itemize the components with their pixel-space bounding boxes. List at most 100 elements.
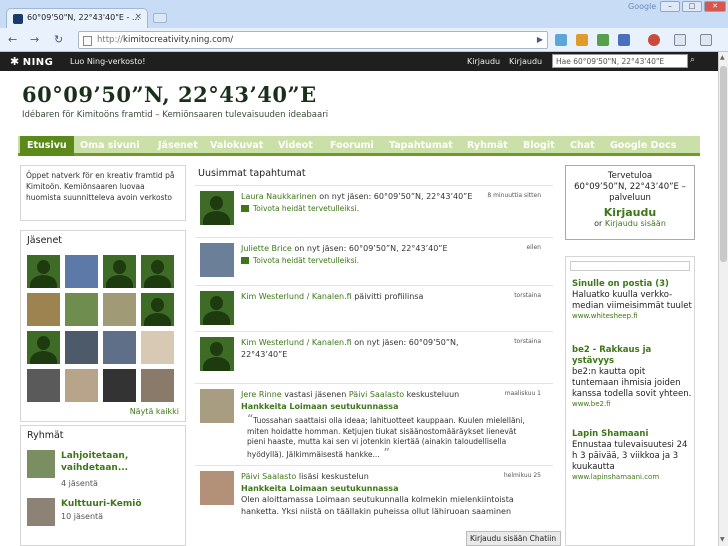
sponsored-title[interactable]: Lapin Shamaani	[572, 429, 692, 440]
member-avatar[interactable]	[103, 369, 136, 402]
member-avatar[interactable]	[27, 293, 60, 326]
member-avatar[interactable]	[65, 293, 98, 326]
maximize-button[interactable]: □	[682, 1, 702, 12]
sponsored-item[interactable]: be2 - Rakkaus ja ystävyys be2:n kautta o…	[572, 345, 692, 408]
nav-chat[interactable]: Chat	[570, 140, 595, 151]
ning-logo[interactable]: ✱ NING	[10, 55, 53, 68]
signin-link[interactable]: Kirjaudu sisään	[605, 219, 666, 228]
scroll-down-icon[interactable]: ▼	[720, 536, 725, 543]
extension-icon[interactable]	[576, 34, 588, 46]
site-title[interactable]: 60°09’50”N, 22°43’40”E	[22, 82, 328, 107]
search-input[interactable]: Hae 60°09'50"N, 22°43'40"E	[552, 54, 688, 68]
tab-close-icon[interactable]: ×	[134, 12, 142, 22]
sponsored-url[interactable]: www.lapinshamaani.com	[572, 473, 692, 481]
member-avatar[interactable]	[65, 255, 98, 288]
welcome-line: 60°09’50”N, 22°43’40”E –	[574, 182, 686, 192]
group-thumbnail[interactable]	[27, 498, 55, 526]
activity-time: torstaina	[514, 338, 541, 345]
member-avatar[interactable]	[200, 243, 234, 277]
sponsored-links-box: Sinulle on postia (3) Haluatko kuulla ve…	[565, 256, 695, 546]
search-icon[interactable]: ⌕	[690, 55, 700, 67]
new-tab-button[interactable]	[153, 13, 167, 23]
member-avatar[interactable]	[200, 337, 234, 371]
nav-videot[interactable]: Videot	[278, 140, 313, 151]
browser-tab[interactable]: 60°09'50"N, 22°43'40"E - ... ×	[6, 8, 148, 28]
activity-text: Kim Westerlund / Kanalen.fi päivitti pro…	[241, 292, 424, 301]
member-avatar[interactable]	[141, 369, 174, 402]
forward-icon[interactable]: →	[30, 33, 39, 47]
member-avatar[interactable]	[103, 293, 136, 326]
topic-link[interactable]: Hankkeita Loimaan seutukunnassa	[241, 402, 398, 411]
nav-valokuvat[interactable]: Valokuvat	[210, 140, 263, 151]
sponsored-desc: be2:n kautta opit tuntemaan ihmisia joid…	[572, 367, 692, 399]
flag-icon	[241, 257, 249, 264]
nav-google-docs[interactable]: Google Docs	[610, 140, 676, 151]
activity-text: Juliette Brice on nyt jäsen: 60°09’50”N,…	[241, 244, 448, 265]
member-avatar[interactable]	[141, 331, 174, 364]
welcome-line: Tervetuloa	[607, 171, 653, 181]
page-menu-icon[interactable]	[674, 34, 686, 46]
nav-foorumi[interactable]: Foorumi	[330, 140, 374, 151]
member-avatar[interactable]	[200, 471, 234, 505]
back-icon[interactable]: ←	[8, 33, 17, 47]
activity-item: Juliette Brice on nyt jäsen: 60°09’50”N,…	[195, 237, 553, 285]
signin-link[interactable]: Kirjaudu	[467, 57, 500, 66]
activity-item: Jere Rinne vastasi jäsenen Päivi Saalast…	[195, 383, 553, 465]
member-avatar[interactable]	[200, 191, 234, 225]
scroll-up-icon[interactable]: ▲	[720, 54, 725, 61]
groups-heading: Ryhmät	[27, 430, 64, 441]
group-name[interactable]: Lahjoitetaan, vaihdetaan...	[61, 450, 171, 474]
nav-tapahtumat[interactable]: Tapahtumat	[389, 140, 453, 151]
sponsored-title[interactable]: Sinulle on postia (3)	[572, 279, 692, 290]
member-avatar[interactable]	[141, 255, 174, 288]
tab-title: 60°09'50"N, 22°43'40"E - ...	[27, 13, 140, 22]
chat-status-bar[interactable]: Kirjaudu sisään Chatiin	[466, 531, 561, 546]
scroll-thumb[interactable]	[720, 66, 727, 262]
extension-icon[interactable]	[648, 34, 660, 46]
nav-blogit[interactable]: Blogit	[523, 140, 555, 151]
member-avatar[interactable]	[65, 369, 98, 402]
sponsored-title[interactable]: be2 - Rakkaus ja ystävyys	[572, 345, 692, 367]
topic-link[interactable]: Hankkeita Loimaan seutukunnassa	[241, 484, 398, 493]
welcome-link[interactable]: Toivota heidät tervetulleiksi.	[253, 204, 359, 213]
page-icon	[83, 36, 92, 46]
activity-time: maaliskuu 1	[504, 390, 541, 397]
extension-icon[interactable]	[555, 34, 567, 46]
member-avatar[interactable]	[141, 293, 174, 326]
go-icon[interactable]: ▶	[537, 35, 543, 44]
nav-etusivu[interactable]: Etusivu	[20, 136, 74, 156]
close-window-button[interactable]: ✕	[704, 1, 726, 12]
member-avatar[interactable]	[27, 255, 60, 288]
welcome-link[interactable]: Toivota heidät tervetulleiksi.	[253, 256, 359, 265]
extension-icon[interactable]	[618, 34, 630, 46]
member-avatar[interactable]	[27, 369, 60, 402]
welcome-box: Tervetuloa 60°09’50”N, 22°43’40”E – palv…	[565, 165, 695, 240]
sponsored-item[interactable]: Sinulle on postia (3) Haluatko kuulla ve…	[572, 279, 692, 320]
member-avatar[interactable]	[103, 331, 136, 364]
address-bar[interactable]: http://kimitocreativity.ning.com/ ▶	[78, 31, 548, 49]
sponsored-url[interactable]: www.be2.fi	[572, 400, 692, 408]
groups-box: Ryhmät Lahjoitetaan, vaihdetaan... 4 jäs…	[20, 425, 186, 546]
member-avatar[interactable]	[65, 331, 98, 364]
signin-link-2[interactable]: Kirjaudu	[509, 57, 542, 66]
nav-oma-sivuni[interactable]: Oma sivuni	[80, 140, 140, 151]
join-link[interactable]: Kirjaudu	[566, 207, 694, 218]
sponsored-item[interactable]: Lapin Shamaani Ennustaa tulevaisuutesi 2…	[572, 429, 692, 481]
member-avatar[interactable]	[27, 331, 60, 364]
wrench-icon[interactable]	[700, 34, 712, 46]
sponsored-url[interactable]: www.whitesheep.fi	[572, 312, 692, 320]
extension-icon[interactable]	[597, 34, 609, 46]
member-avatar[interactable]	[200, 291, 234, 325]
member-avatar[interactable]	[200, 389, 234, 423]
member-avatar[interactable]	[103, 255, 136, 288]
reload-icon[interactable]: ↻	[54, 33, 63, 47]
minimize-button[interactable]: –	[660, 1, 680, 12]
group-thumbnail[interactable]	[27, 450, 55, 478]
nav-jasenet[interactable]: Jäsenet	[158, 140, 198, 151]
group-name[interactable]: Kulttuuri-Kemiö	[61, 498, 142, 510]
create-network-link[interactable]: Luo Ning-verkosto!	[70, 57, 145, 66]
site-subtitle: Idébaren för Kimitoöns framtid – Kemiöns…	[22, 110, 329, 120]
scrollbar[interactable]: ▲ ▼	[718, 52, 728, 546]
nav-ryhmat[interactable]: Ryhmät	[467, 140, 508, 151]
show-all-members-link[interactable]: Näytä kaikki	[130, 407, 179, 416]
